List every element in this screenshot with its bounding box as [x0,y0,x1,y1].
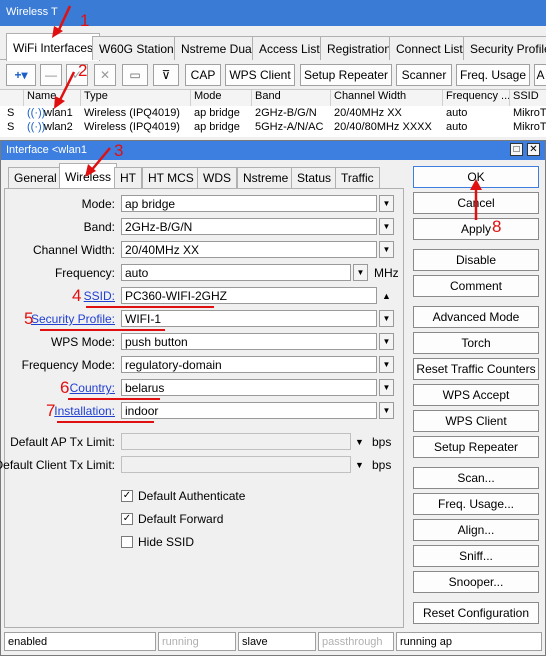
annotation-1: 1 [80,11,90,30]
annotation-arrows [52,5,482,220]
annotation-7: 7 [46,401,56,420]
annotation-3: 3 [114,141,124,160]
annotation-5: 5 [24,309,34,328]
annotation-2: 2 [78,61,88,80]
annotation-8: 8 [492,217,502,236]
annotation-6: 6 [60,378,70,397]
annotation-4: 4 [72,286,82,305]
